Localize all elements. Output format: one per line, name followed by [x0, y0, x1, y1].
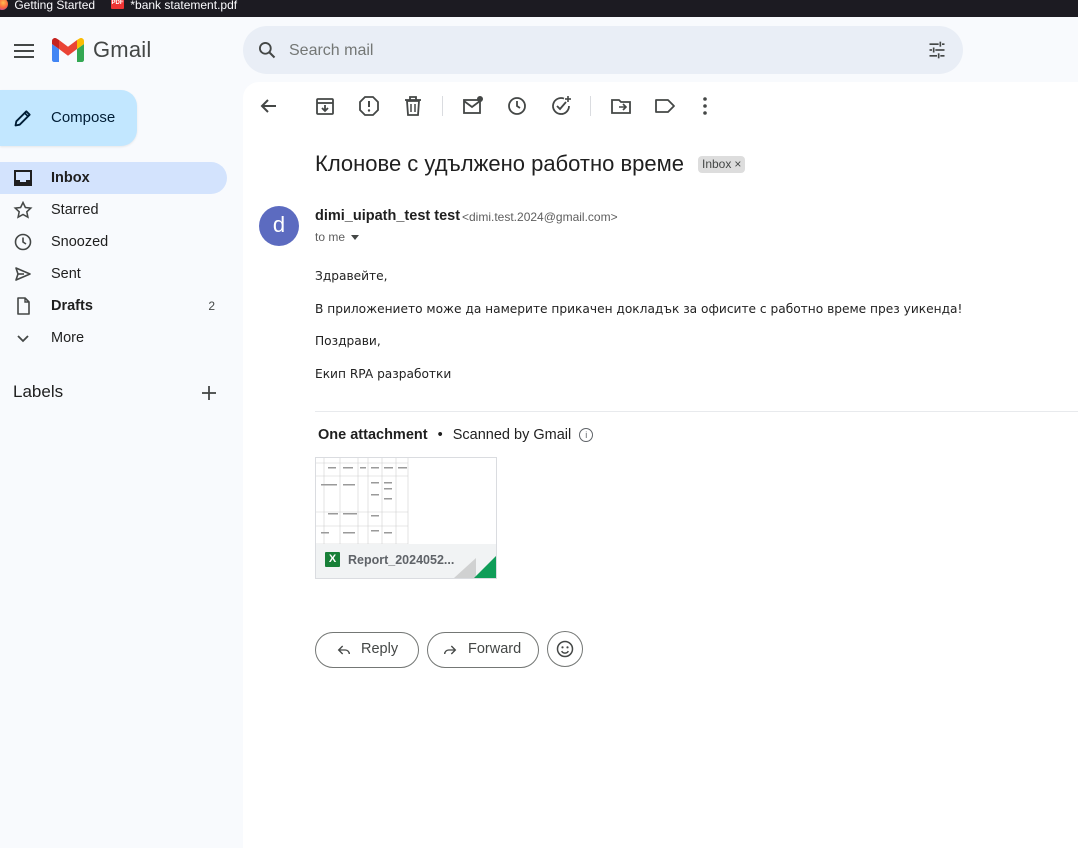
- chevron-down-icon: [17, 335, 29, 343]
- main-menu-icon[interactable]: [12, 41, 36, 59]
- bookmark-getting-started[interactable]: Getting Started: [0, 0, 95, 17]
- email-subject: Клонове с удължено работно време: [315, 151, 684, 176]
- recipients-toggle[interactable]: to me: [315, 230, 360, 244]
- draft-icon: [17, 297, 30, 315]
- avatar[interactable]: d: [259, 206, 299, 246]
- forward-button[interactable]: Forward: [427, 632, 539, 668]
- pdf-icon: PDF: [111, 0, 124, 9]
- bookmark-label: *bank statement.pdf: [130, 0, 238, 12]
- attachment-count: One attachment: [318, 427, 428, 443]
- drafts-count: 2: [208, 299, 215, 313]
- attachments-divider: [315, 411, 1078, 412]
- scanned-label: Scanned by Gmail: [452, 427, 572, 443]
- send-icon: [15, 267, 31, 281]
- email-body-line: Екип RPA разработки: [315, 367, 452, 381]
- excel-corner-icon: [474, 556, 496, 578]
- label-chip-text: Inbox: [702, 157, 732, 171]
- labels-heading: Labels: [13, 382, 64, 401]
- nav-item-inbox[interactable]: Inbox: [0, 162, 227, 194]
- compose-label: Compose: [51, 109, 116, 126]
- forward-icon: [444, 645, 457, 655]
- label-icon[interactable]: [653, 94, 677, 118]
- inbox-icon: [14, 170, 32, 186]
- inbox-label-chip[interactable]: Inbox ×: [698, 156, 746, 173]
- sender-email: <dimi.test.2024@gmail.com>: [462, 210, 618, 224]
- excel-file-icon: X: [325, 552, 340, 567]
- clock-icon: [14, 233, 32, 251]
- page-fold-icon: [454, 558, 476, 578]
- recipients-label: to me: [315, 230, 346, 244]
- nav-label: More: [51, 330, 85, 346]
- gmail-logo-icon: [52, 37, 84, 62]
- smiley-icon: [556, 640, 574, 658]
- reply-icon: [337, 645, 350, 655]
- delete-icon[interactable]: [401, 94, 425, 118]
- search-icon[interactable]: [257, 40, 277, 60]
- attachment-filename: Report_2024052...: [348, 553, 455, 567]
- attachments-header: One attachment • Scanned by Gmail i: [318, 427, 594, 443]
- nav-label: Inbox: [51, 170, 90, 186]
- email-body-line: Поздрави,: [315, 334, 381, 348]
- bookmark-label: Getting Started: [14, 0, 96, 12]
- sender-name[interactable]: dimi_uipath_test test: [315, 208, 460, 224]
- bookmark-bank-statement[interactable]: PDF *bank statement.pdf: [111, 0, 237, 17]
- nav-item-more[interactable]: More: [0, 322, 227, 354]
- star-icon: [13, 201, 33, 219]
- reply-label: Reply: [361, 641, 399, 657]
- nav-item-snoozed[interactable]: Snoozed: [0, 226, 227, 258]
- forward-label: Forward: [468, 641, 522, 657]
- attachment-card[interactable]: X Report_2024052...: [315, 457, 497, 579]
- remove-label-icon[interactable]: ×: [734, 157, 741, 171]
- separator-dot: •: [437, 427, 443, 443]
- back-arrow-icon[interactable]: [257, 94, 281, 118]
- add-task-icon[interactable]: [549, 94, 573, 118]
- compose-button[interactable]: Compose: [0, 90, 137, 146]
- pencil-icon: [14, 110, 31, 127]
- more-vert-icon[interactable]: [693, 94, 717, 118]
- bookmarks-bar: Getting Started PDF *bank statement.pdf: [0, 0, 1078, 17]
- app-name[interactable]: Gmail: [93, 37, 151, 63]
- move-to-icon[interactable]: [609, 94, 633, 118]
- nav-label: Sent: [51, 266, 81, 282]
- archive-icon[interactable]: [313, 94, 337, 118]
- nav-item-sent[interactable]: Sent: [0, 258, 227, 290]
- nav-label: Snoozed: [51, 234, 109, 250]
- spreadsheet-thumbnail: [316, 458, 496, 544]
- nav-item-drafts[interactable]: Drafts 2: [0, 290, 227, 322]
- firefox-icon: [0, 0, 8, 10]
- nav-item-starred[interactable]: Starred: [0, 194, 227, 226]
- search-input[interactable]: [287, 38, 891, 64]
- reply-button[interactable]: Reply: [315, 632, 419, 668]
- nav-label: Starred: [51, 202, 99, 218]
- add-label-icon[interactable]: [199, 383, 219, 403]
- info-icon[interactable]: i: [579, 428, 594, 443]
- email-body-line: Здравейте,: [315, 269, 388, 283]
- emoji-reaction-button[interactable]: [547, 631, 583, 667]
- caret-down-icon: [351, 235, 360, 241]
- search-bar[interactable]: [243, 26, 963, 74]
- email-body-line: В приложението може да намерите прикачен…: [315, 302, 963, 316]
- search-options-icon[interactable]: [927, 40, 947, 60]
- nav-label: Drafts: [51, 298, 93, 314]
- snooze-icon[interactable]: [505, 94, 529, 118]
- report-spam-icon[interactable]: [357, 94, 381, 118]
- mark-unread-icon[interactable]: [461, 94, 485, 118]
